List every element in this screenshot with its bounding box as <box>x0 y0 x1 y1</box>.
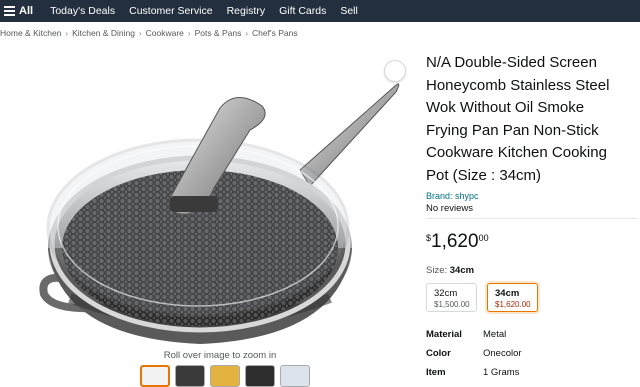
thumbnail[interactable] <box>280 365 310 387</box>
reviews-text: No reviews <box>426 203 473 214</box>
size-option-price: $1,620.00 <box>495 300 531 309</box>
spec-row: Material Metal <box>426 325 522 344</box>
size-option-name: 32cm <box>434 288 458 299</box>
product-title-line: Honeycomb Stainless Steel <box>426 76 610 94</box>
breadcrumb: Home & Kitchen › Kitchen & Dining › Cook… <box>0 28 298 38</box>
size-options: 32cm $1,500.00 34cm $1,620.00 <box>426 283 538 312</box>
price-whole: 1,620 <box>431 231 479 252</box>
breadcrumb-item[interactable]: Chef's Pans <box>252 28 298 38</box>
spec-row: Color Onecolor <box>426 344 522 363</box>
spec-key: Color <box>426 348 451 359</box>
spec-value: 1 Grams <box>483 367 520 378</box>
nav-all-menu-button[interactable]: All <box>0 4 43 18</box>
size-option-price: $1,500.00 <box>434 300 470 309</box>
breadcrumb-item[interactable]: Kitchen & Dining <box>72 28 135 38</box>
thumbnail[interactable] <box>175 365 205 387</box>
size-selected-value: 34cm <box>449 265 475 276</box>
wok-illustration <box>39 83 400 344</box>
product-title: N/A Double-Sided Screen Honeycomb Stainl… <box>426 52 636 187</box>
product-title-line: Pot (Size : 34cm) <box>426 166 542 184</box>
thumbnail-strip <box>140 365 310 387</box>
breadcrumb-separator: › <box>138 28 142 38</box>
product-title-line: Frying Pan Pan Non-Stick <box>426 121 599 139</box>
spec-key: Item <box>426 367 446 378</box>
product-details: N/A Double-Sided Screen Honeycomb Stainl… <box>426 52 638 253</box>
breadcrumb-item[interactable]: Home & Kitchen <box>0 28 61 38</box>
thumbnail[interactable] <box>210 365 240 387</box>
spec-value: Onecolor <box>483 348 522 359</box>
size-label: Size: 34cm <box>426 265 474 276</box>
product-title-line: Wok Without Oil Smoke <box>426 99 585 116</box>
nav-link-sell[interactable]: Sell <box>333 5 365 17</box>
spec-value: Metal <box>483 329 507 340</box>
size-option-name: 34cm <box>495 288 520 299</box>
brand-link[interactable]: Brand: shypc <box>426 191 636 201</box>
nav-link-registry[interactable]: Registry <box>220 5 273 17</box>
breadcrumb-item[interactable]: Cookware <box>146 28 184 38</box>
spec-row: Item 1 Grams <box>426 363 522 382</box>
breadcrumb-separator: › <box>245 28 249 38</box>
zoom-hint: Roll over image to zoom in <box>163 350 277 361</box>
spec-key: Material <box>426 329 462 340</box>
size-option-32cm[interactable]: 32cm $1,500.00 <box>426 283 477 312</box>
nav-all-label: All <box>19 5 34 17</box>
size-option-34cm[interactable]: 34cm $1,620.00 <box>487 283 538 312</box>
nav-link-gift-cards[interactable]: Gift Cards <box>272 5 333 17</box>
product-title-line: N/A Double-Sided Screen <box>426 54 597 71</box>
price: $ 1,620 00 <box>426 231 636 253</box>
breadcrumb-separator: › <box>65 28 69 38</box>
hamburger-icon <box>4 4 15 18</box>
thumbnail[interactable] <box>140 365 170 387</box>
product-specs: Material Metal Color Onecolor Item 1 Gra… <box>426 325 522 382</box>
price-fraction: 00 <box>478 233 489 243</box>
share-button[interactable] <box>384 60 406 82</box>
breadcrumb-item[interactable]: Pots & Pans <box>195 28 242 38</box>
thumbnail[interactable] <box>245 365 275 387</box>
divider <box>426 218 638 219</box>
nav-link-customer-service[interactable]: Customer Service <box>122 5 219 17</box>
product-title-line: Cookware Kitchen Cooking <box>426 144 607 161</box>
top-nav: All Today's Deals Customer Service Regis… <box>0 0 640 22</box>
product-main-image[interactable] <box>0 48 410 348</box>
breadcrumb-separator: › <box>187 28 191 38</box>
size-label-text: Size: <box>426 265 448 276</box>
nav-link-todays-deals[interactable]: Today's Deals <box>43 5 122 17</box>
